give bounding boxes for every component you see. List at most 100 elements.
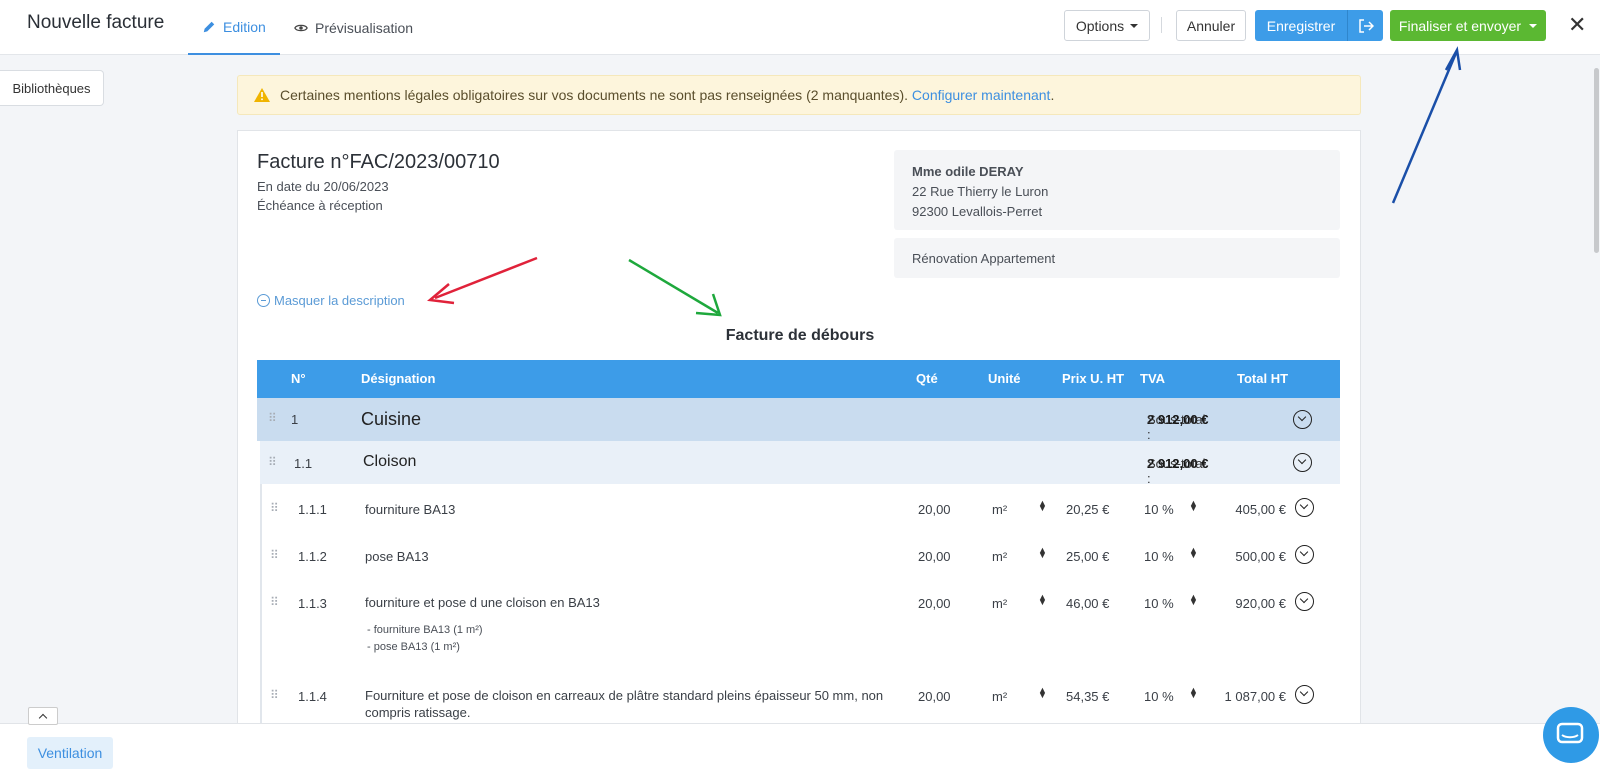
chevron-down-icon[interactable] xyxy=(1295,592,1314,611)
tab-edition[interactable]: Edition xyxy=(188,0,280,55)
item-qty[interactable]: 20,00 xyxy=(918,502,951,517)
table-row[interactable]: ⠿ 1.1.4 Fourniture et pose de cloison en… xyxy=(260,671,1340,731)
save-button[interactable]: Enregistrer xyxy=(1255,10,1347,41)
chevron-down-icon[interactable] xyxy=(1295,498,1314,517)
chevron-down-icon[interactable] xyxy=(1293,453,1312,472)
select-arrows-icon[interactable]: ▲ ▼ xyxy=(1189,686,1198,700)
header-separator xyxy=(1161,17,1162,33)
item-vat[interactable]: 10 % xyxy=(1144,549,1174,564)
chevron-down-icon[interactable] xyxy=(1295,685,1314,704)
subsection-label: Cloison xyxy=(363,453,417,470)
item-vat[interactable]: 10 % xyxy=(1144,502,1174,517)
finalize-send-button[interactable]: Finaliser et envoyer xyxy=(1390,10,1546,41)
item-unit[interactable]: m² xyxy=(992,596,1007,611)
select-arrows-icon[interactable]: ▲ ▼ xyxy=(1038,593,1047,607)
select-arrows-icon[interactable]: ▲ ▼ xyxy=(1189,499,1198,513)
item-designation-cont[interactable]: compris ratissage. xyxy=(365,705,470,720)
tab-preview-label: Prévisualisation xyxy=(315,19,414,36)
item-sub-line: - pose BA13 (1 m²) xyxy=(367,641,460,653)
tab-preview[interactable]: Prévisualisation xyxy=(280,0,427,55)
client-address-line1: 22 Rue Thierry le Luron xyxy=(912,184,1049,199)
chevron-down-icon[interactable] xyxy=(1295,545,1314,564)
invoice-title[interactable]: Facture n°FAC/2023/00710 xyxy=(257,151,500,174)
finalize-label: Finaliser et envoyer xyxy=(1398,17,1522,34)
configure-now-link[interactable]: Configurer maintenant xyxy=(912,87,1051,103)
select-arrows-icon[interactable]: ▲ ▼ xyxy=(1038,546,1047,560)
item-designation[interactable]: fourniture et pose d une cloison en BA13 xyxy=(365,595,600,610)
table-row[interactable]: ⠿ 1.1.3 fourniture et pose d une cloison… xyxy=(260,578,1340,671)
client-address-line2: 92300 Levallois-Perret xyxy=(912,204,1043,219)
item-num: 1.1.1 xyxy=(298,502,327,517)
drag-handle-icon[interactable]: ⠿ xyxy=(268,455,277,469)
item-unit[interactable]: m² xyxy=(992,502,1007,517)
pencil-icon xyxy=(203,21,215,32)
select-arrows-icon[interactable]: ▲ ▼ xyxy=(1038,499,1047,513)
cancel-button[interactable]: Annuler xyxy=(1176,10,1246,41)
col-unit: Unité xyxy=(988,371,1021,386)
footer-bar: Ventilation xyxy=(0,723,1600,773)
hide-description-label: Masquer la description xyxy=(274,293,405,308)
hide-description-link[interactable]: Masquer la description xyxy=(257,293,405,308)
table-header: N° Désignation Qté Unité Prix U. HT TVA … xyxy=(257,360,1340,398)
item-designation[interactable]: fourniture BA13 xyxy=(365,502,455,517)
select-arrows-icon[interactable]: ▲ ▼ xyxy=(1189,546,1198,560)
chat-icon[interactable] xyxy=(1543,707,1599,763)
chevron-up-icon[interactable] xyxy=(28,707,58,725)
select-arrows-icon[interactable]: ▲ ▼ xyxy=(1189,593,1198,607)
item-unit[interactable]: m² xyxy=(992,689,1007,704)
item-qty[interactable]: 20,00 xyxy=(918,549,951,564)
caret-down-icon xyxy=(1529,23,1538,28)
item-unit[interactable]: m² xyxy=(992,549,1007,564)
subsection-subtotal: Sous-total : 2 912,00 € xyxy=(1147,456,1209,486)
item-vat[interactable]: 10 % xyxy=(1144,596,1174,611)
item-price[interactable]: 20,25 € xyxy=(1066,502,1109,517)
ventilation-button[interactable]: Ventilation xyxy=(27,737,113,769)
item-price[interactable]: 46,00 € xyxy=(1066,596,1109,611)
alert-text: Certaines mentions légales obligatoires … xyxy=(280,87,1055,103)
item-qty[interactable]: 20,00 xyxy=(918,596,951,611)
item-vat[interactable]: 10 % xyxy=(1144,689,1174,704)
chevron-down-icon[interactable] xyxy=(1293,410,1312,429)
drag-handle-icon[interactable]: ⠿ xyxy=(268,411,277,425)
invoice-due[interactable]: Échéance à réception xyxy=(257,198,383,213)
client-address-box[interactable]: Mme odile DERAY 22 Rue Thierry le Luron … xyxy=(894,150,1340,230)
item-designation[interactable]: Fourniture et pose de cloison en carreau… xyxy=(365,688,883,703)
col-vat: TVA xyxy=(1140,371,1166,386)
item-num: 1.1.2 xyxy=(298,549,327,564)
item-num: 1.1.4 xyxy=(298,689,327,704)
col-total: Total HT xyxy=(1237,371,1289,386)
item-price[interactable]: 54,35 € xyxy=(1066,689,1109,704)
vertical-scrollbar[interactable] xyxy=(1594,68,1599,253)
table-row[interactable]: ⠿ 1.1.2 pose BA13 20,00 m² ▲ ▼ 25,00 € 10… xyxy=(260,531,1340,578)
top-bar: Nouvelle facture Edition Prévisualisatio… xyxy=(0,0,1600,55)
invoice-heading[interactable]: Facture de débours xyxy=(238,327,1362,345)
exit-icon xyxy=(1358,18,1374,33)
item-total: 1 087,00 € xyxy=(1224,689,1286,704)
save-and-exit-button[interactable] xyxy=(1347,10,1383,41)
item-designation[interactable]: pose BA13 xyxy=(365,549,429,564)
invoice-document: Facture n°FAC/2023/00710 En date du 20/0… xyxy=(237,130,1362,731)
legal-warning-alert: Certaines mentions légales obligatoires … xyxy=(237,75,1361,115)
close-icon[interactable]: ✕ xyxy=(1568,12,1586,38)
options-button[interactable]: Options xyxy=(1064,10,1150,41)
invoice-date[interactable]: En date du 20/06/2023 xyxy=(257,179,389,194)
options-label: Options xyxy=(1075,17,1125,34)
item-total: 500,00 € xyxy=(1235,549,1286,564)
item-qty[interactable]: 20,00 xyxy=(918,689,951,704)
select-arrows-icon[interactable]: ▲ ▼ xyxy=(1038,686,1047,700)
drag-handle-icon[interactable]: ⠿ xyxy=(270,548,279,562)
col-designation: Désignation xyxy=(361,371,436,386)
project-box[interactable]: Rénovation Appartement xyxy=(894,238,1340,278)
section-label: Cuisine xyxy=(361,409,422,429)
drag-handle-icon[interactable]: ⠿ xyxy=(270,688,279,702)
libraries-tab[interactable]: Bibliothèques xyxy=(0,70,104,106)
eye-icon xyxy=(294,24,308,31)
drag-handle-icon[interactable]: ⠿ xyxy=(270,595,279,609)
item-price[interactable]: 25,00 € xyxy=(1066,549,1109,564)
section-row[interactable]: ⠿ 1 Cuisine Sous-total : 2 912,00 € xyxy=(257,398,1340,442)
subsection-row[interactable]: ⠿ 1.1 Cloison Sous-total : 2 912,00 € xyxy=(260,441,1340,486)
item-num: 1.1.3 xyxy=(298,596,327,611)
table-row[interactable]: ⠿ 1.1.1 fourniture BA13 20,00 m² ▲ ▼ 20,2… xyxy=(260,484,1340,531)
drag-handle-icon[interactable]: ⠿ xyxy=(270,501,279,515)
minus-circle-icon xyxy=(257,294,270,307)
